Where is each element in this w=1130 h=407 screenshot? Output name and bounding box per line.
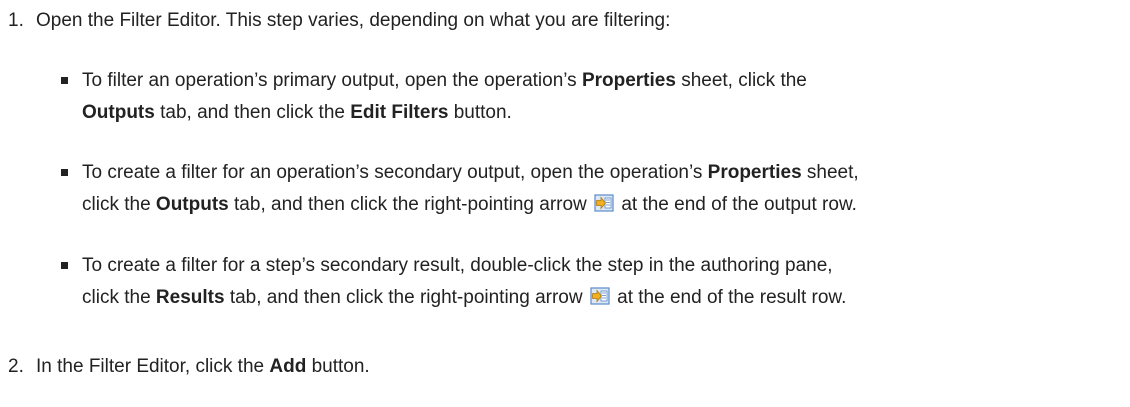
text: sheet,: [801, 162, 859, 183]
text: button.: [448, 102, 512, 123]
text: sheet, click the: [675, 70, 807, 91]
text: click the: [82, 287, 156, 308]
bullet-marker: [61, 77, 68, 84]
text: button.: [306, 356, 370, 377]
text: click the: [82, 194, 156, 215]
text: tab, and then click the right-pointing a…: [224, 287, 588, 308]
page: { "steps": [ { "number": "1.", "text": "…: [0, 0, 1130, 407]
step-number: 1.: [8, 10, 24, 31]
bullet-marker: [61, 262, 68, 269]
bold-text: Outputs: [82, 102, 155, 123]
bullet-marker: [61, 169, 68, 176]
step-text: Open the Filter Editor. This step varies…: [36, 10, 671, 31]
text: at the end of the output row.: [616, 194, 857, 215]
bold-text: Add: [269, 356, 307, 377]
bold-text: Results: [155, 287, 225, 308]
text: tab, and then click the right-pointing a…: [228, 194, 593, 215]
bold-text: Outputs: [155, 194, 229, 215]
text: To filter an operation’s primary output,…: [82, 70, 582, 91]
bold-text: Properties: [707, 162, 802, 183]
text: tab, and then click the: [154, 102, 351, 123]
bold-text: Properties: [581, 70, 676, 91]
right-pointing-arrow-icon: [590, 287, 610, 305]
text: To create a filter for a step’s secondar…: [82, 255, 833, 276]
text: In the Filter Editor, click the: [36, 356, 270, 377]
text: To create a filter for an operation’s se…: [82, 162, 708, 183]
bold-text: Edit Filters: [350, 102, 449, 123]
right-pointing-arrow-icon: [594, 194, 614, 212]
text: at the end of the result row.: [611, 287, 847, 308]
step-number: 2.: [8, 356, 24, 377]
